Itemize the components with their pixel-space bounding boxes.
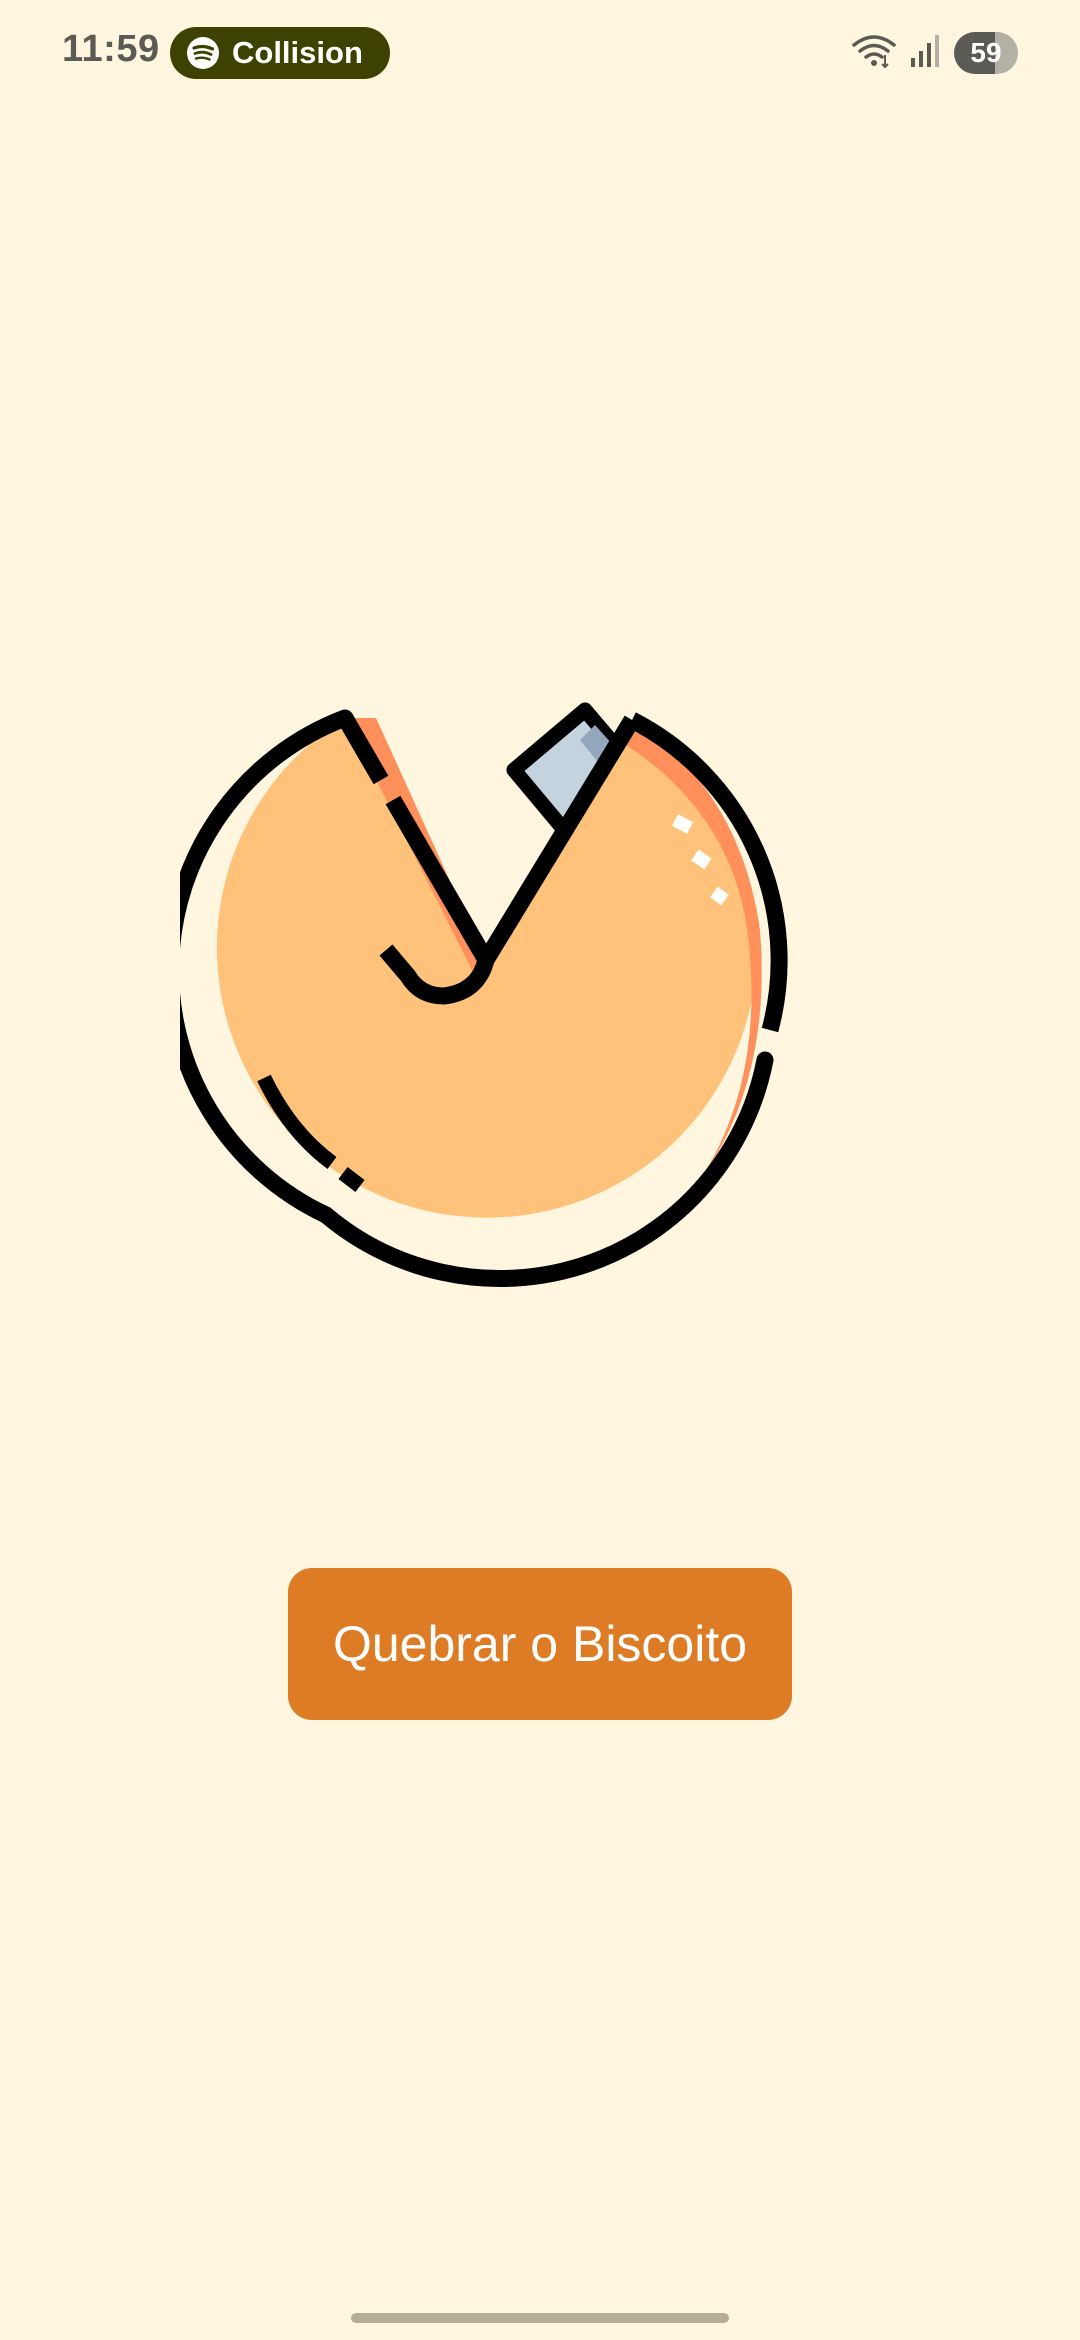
break-cookie-button[interactable]: Quebrar o Biscoito: [288, 1568, 792, 1720]
home-indicator[interactable]: [351, 2313, 729, 2323]
signal-icon: [910, 34, 940, 73]
status-icons: 59: [852, 30, 1018, 76]
status-bar: 11:59 Collision 59: [0, 0, 1080, 110]
fortune-cookie-icon: [162, 660, 900, 1300]
battery-indicator: 59: [954, 32, 1018, 74]
wifi-icon: [852, 33, 896, 74]
media-title: Collision: [232, 35, 363, 70]
spotify-icon: [186, 36, 220, 70]
status-time: 11:59: [62, 28, 160, 70]
media-chip[interactable]: Collision: [170, 27, 390, 79]
